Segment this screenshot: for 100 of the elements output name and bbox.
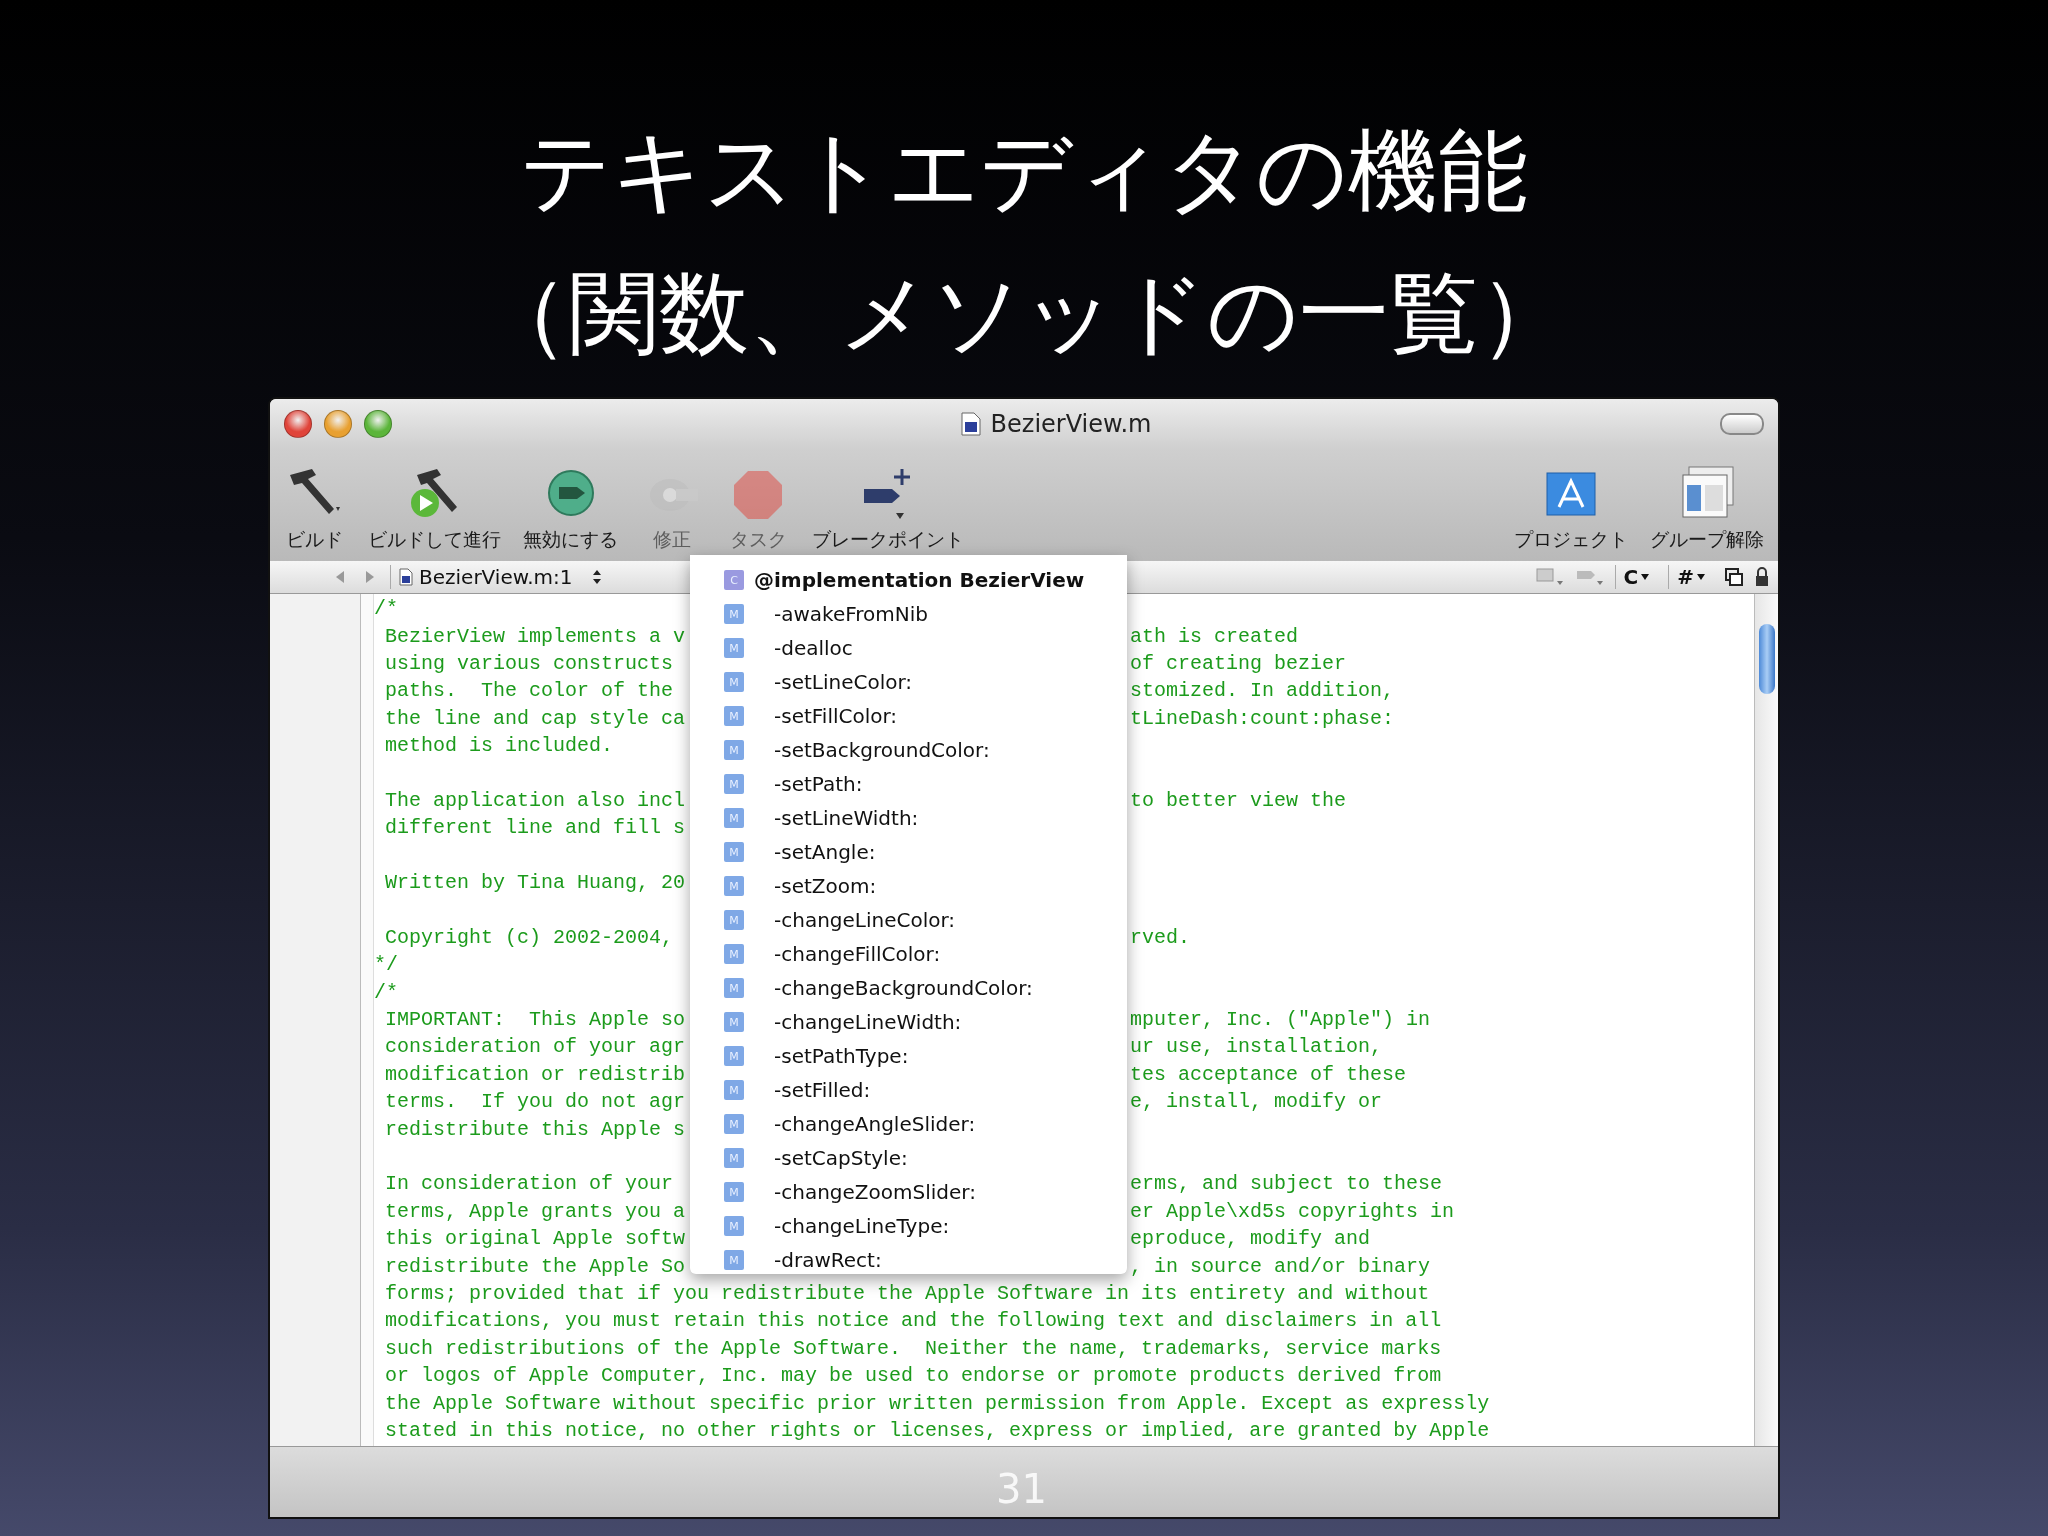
code-text: or logos of Apple Computer, Inc. may be used to endorse or promote products derived from: [384, 1364, 1442, 1388]
symbol-item[interactable]: M -changeBackgroundColor:: [690, 971, 1127, 1005]
symbol-item[interactable]: M -dealloc: [690, 631, 1127, 665]
code-text: the Apple Software without specific prior written permission from Apple. Except as expressly: [384, 1391, 1490, 1415]
symbol-name: -changeZoomSlider:: [774, 1180, 976, 1204]
code-text: stated in this notice, no other rights or licenses, express or implied, are granted by Apple: [384, 1418, 1490, 1442]
symbol-name: -setLineWidth:: [774, 806, 919, 830]
document-icon: [399, 568, 413, 586]
symbol-item[interactable]: M -setPathType:: [690, 1039, 1127, 1073]
slide-title: テキストエディタの機能: [520, 117, 1528, 225]
symbol-name: @implementation BezierView: [754, 568, 1085, 592]
code-text: e, install, modify or: [1130, 1090, 1383, 1114]
symbol-name: -drawRect:: [774, 1248, 882, 1272]
symbol-badge: M: [724, 604, 744, 624]
code-text: Copyright (c) 2002-2004,: [384, 925, 674, 949]
symbol-badge: M: [724, 706, 744, 726]
minimize-button[interactable]: [324, 410, 352, 438]
code-text: method is included.: [384, 734, 614, 758]
code-text: /*: [374, 597, 398, 621]
code-text: /*: [374, 980, 398, 1004]
symbol-item[interactable]: M -setBackgroundColor:: [690, 733, 1127, 767]
symbol-item[interactable]: M -changeZoomSlider:: [690, 1175, 1127, 1209]
symbol-item[interactable]: M -awakeFromNib: [690, 597, 1127, 631]
scrollbar[interactable]: [1754, 594, 1778, 1446]
symbol-badge: M: [724, 1080, 744, 1100]
code-text: such redistributions of the Apple Software. Neither the name, trademarks, service marks: [384, 1336, 1442, 1360]
symbol-item[interactable]: M -setCapStyle:: [690, 1141, 1127, 1175]
code-text: tes acceptance of these: [1130, 1062, 1407, 1086]
symbol-badge: M: [724, 910, 744, 930]
toolbar-button[interactable]: ビルド: [278, 463, 350, 553]
toolbar-button[interactable]: ブレークポイント: [808, 463, 968, 553]
slide-title: （関数、メソッドの一覧）: [479, 259, 1569, 367]
symbol-item[interactable]: M -drawRect:: [690, 1243, 1127, 1277]
code-text: In consideration of your: [384, 1172, 674, 1196]
close-button[interactable]: [284, 410, 312, 438]
toolbar-button[interactable]: 無効にする: [519, 463, 622, 553]
symbol-badge: M: [724, 638, 744, 658]
toolbar-button[interactable]: プロジェクト: [1510, 463, 1632, 553]
zoom-button[interactable]: [364, 410, 392, 438]
toolbar-toggle-button[interactable]: [1720, 413, 1764, 435]
code-text: modification or redistrib: [384, 1062, 686, 1086]
nav-menu[interactable]: C: [1614, 565, 1659, 589]
code-text: tLineDash:count:phase:: [1130, 706, 1395, 730]
symbol-item[interactable]: M -setFillColor:: [690, 699, 1127, 733]
code-text: to better view the: [1130, 788, 1347, 812]
toolbar-button[interactable]: グループ解除: [1646, 463, 1768, 553]
lock-icon[interactable]: [1754, 566, 1770, 588]
symbol-name: -changeFillColor:: [774, 942, 941, 966]
symbol-item[interactable]: M -setFilled:: [690, 1073, 1127, 1107]
symbol-item[interactable]: M -changeAngleSlider:: [690, 1107, 1127, 1141]
code-text: consideration of your agr: [384, 1035, 686, 1059]
symbol-badge: M: [724, 1182, 744, 1202]
code-text: erms, and subject to these: [1130, 1172, 1443, 1196]
code-text: , in source and/or binary: [1130, 1254, 1431, 1278]
toolbar-button[interactable]: ビルドして進行: [364, 463, 505, 553]
symbol-name: -setBackgroundColor:: [774, 738, 990, 762]
code-text: stomized. In addition,: [1130, 679, 1395, 703]
split-view-icon[interactable]: [1724, 567, 1744, 587]
symbol-item[interactable]: M -changeLineColor:: [690, 903, 1127, 937]
code-text: rved.: [1130, 925, 1190, 949]
code-text: BezierView implements a v: [384, 624, 686, 648]
code-text: The application also incl: [384, 788, 686, 812]
symbol-item[interactable]: M -changeLineWidth:: [690, 1005, 1127, 1039]
symbol-name: -setCapStyle:: [774, 1146, 908, 1170]
symbol-item[interactable]: M -setZoom:: [690, 869, 1127, 903]
symbol-badge: M: [724, 1114, 744, 1134]
bookmark-menu-icon[interactable]: [1534, 567, 1565, 587]
symbol-item[interactable]: M -setAngle:: [690, 835, 1127, 869]
symbol-item[interactable]: M -setLineColor:: [690, 665, 1127, 699]
code-text: redistribute the Apple So: [384, 1254, 686, 1278]
nav-menu[interactable]: #: [1668, 565, 1714, 589]
symbol-badge: M: [724, 1012, 744, 1032]
symbol-badge: M: [724, 808, 744, 828]
code-text: modifications, you must retain this notice and the following text and disclaimers in all: [384, 1309, 1442, 1333]
symbol-badge: M: [724, 1046, 744, 1066]
file-menu[interactable]: BezierView.m:1: [390, 565, 610, 589]
symbol-name: -setFillColor:: [774, 704, 898, 728]
code-text: ath is created: [1130, 624, 1299, 648]
caret-icon: [1640, 573, 1651, 581]
code-text: mputer, Inc. ("Apple") in: [1130, 1008, 1431, 1032]
code-text: terms, Apple grants you a: [384, 1199, 686, 1223]
symbol-item[interactable]: M -changeFillColor:: [690, 937, 1127, 971]
symbol-name: -setPathType:: [774, 1044, 909, 1068]
symbol-name: -changeLineColor:: [774, 908, 956, 932]
code-text: the line and cap style ca: [384, 706, 686, 730]
symbol-badge: M: [724, 842, 744, 862]
symbol-badge: M: [724, 1148, 744, 1168]
symbol-item[interactable]: M -setPath:: [690, 767, 1127, 801]
code-text: this original Apple softw: [384, 1227, 686, 1251]
code-text: IMPORTANT: This Apple so: [384, 1008, 686, 1032]
symbol-badge: M: [724, 774, 744, 794]
symbol-name: -changeAngleSlider:: [774, 1112, 976, 1136]
scroll-thumb[interactable]: [1758, 624, 1775, 694]
symbol-item[interactable]: M -setLineWidth:: [690, 801, 1127, 835]
symbol-name: -setPath:: [774, 772, 863, 796]
symbol-badge: M: [724, 672, 744, 692]
symbol-item[interactable]: M -changeLineType:: [690, 1209, 1127, 1243]
symbol-name: -awakeFromNib: [774, 602, 929, 626]
symbol-name: -changeBackgroundColor:: [774, 976, 1033, 1000]
symbol-item[interactable]: C @implementation BezierView: [690, 563, 1127, 597]
